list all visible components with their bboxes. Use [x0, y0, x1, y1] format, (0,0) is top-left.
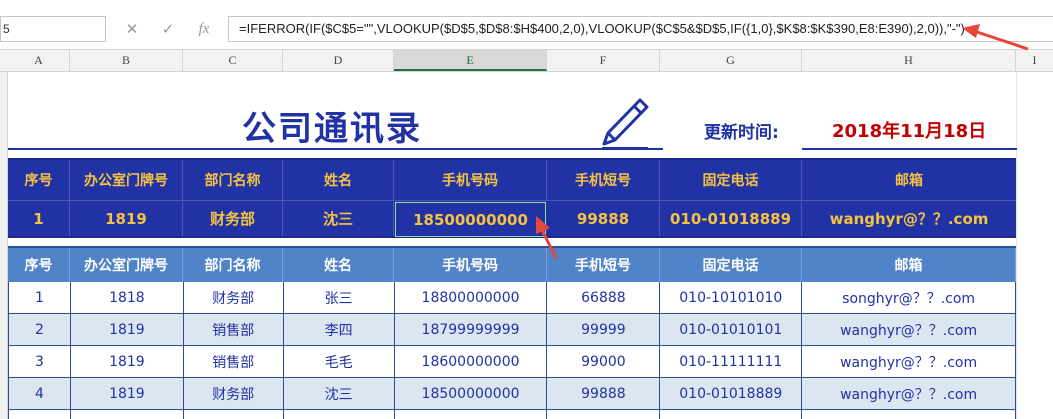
column-header-c[interactable]: C [183, 50, 283, 71]
query-header-cell[interactable]: 固定电话 [660, 160, 802, 200]
table-cell[interactable]: 99999 [547, 314, 661, 345]
table-cell[interactable]: 沈三 [284, 378, 395, 409]
enter-icon[interactable]: ✓ [154, 20, 182, 38]
table-cell[interactable]: 18799999999 [395, 314, 548, 345]
table-cell[interactable] [9, 410, 71, 419]
table-cell[interactable]: 18500000000 [395, 378, 548, 409]
table-row: 2 1819 销售部 李四 18799999999 99999 010-0101… [8, 314, 1016, 346]
table-cell[interactable]: 1 [9, 282, 71, 313]
query-header-cell[interactable]: 姓名 [283, 160, 394, 200]
column-header-b[interactable]: B [70, 50, 183, 71]
table-row [8, 410, 1016, 419]
data-header-cell[interactable]: 手机号码 [394, 248, 547, 282]
data-header-cell[interactable]: 手机短号 [547, 248, 660, 282]
formula-buttons: ✕ ✓ fx [114, 16, 222, 42]
active-cell-e5[interactable]: 18500000000 [395, 202, 546, 237]
query-cell[interactable]: 沈三 [283, 201, 394, 236]
table-cell[interactable] [284, 410, 395, 419]
query-header-cell[interactable]: 部门名称 [183, 160, 283, 200]
query-cell[interactable]: 99888 [547, 201, 660, 236]
column-header-f[interactable]: F [547, 50, 660, 71]
column-header-h[interactable]: H [802, 50, 1016, 71]
table-cell[interactable]: 1818 [71, 282, 184, 313]
formula-bar: 5 ✕ ✓ fx =IFERROR(IF($C$5="",VLOOKUP($D$… [0, 0, 1053, 50]
table-cell[interactable]: 2 [9, 314, 71, 345]
data-header-cell[interactable]: 固定电话 [660, 248, 802, 282]
sheet-title: 公司通讯录 [242, 109, 422, 149]
table-cell[interactable]: wanghyr@？？.com [802, 346, 1016, 377]
column-header-g[interactable]: G [660, 50, 802, 71]
table-cell[interactable]: 3 [9, 346, 71, 377]
column-header-a[interactable]: A [8, 50, 70, 71]
update-time-underline [802, 148, 1017, 150]
query-result-row: 1 1819 财务部 沈三 18500000000 99888 010-0101… [8, 200, 1016, 238]
table-cell[interactable]: songhyr@？？.com [802, 282, 1016, 313]
table-cell[interactable]: 李四 [284, 314, 395, 345]
table-cell[interactable]: 010-01018889 [660, 378, 803, 409]
gridline [1016, 72, 1017, 419]
worksheet: 公司通讯录 更新时间: 2018年11月18日 序号 办公室门牌号 部门名称 姓… [0, 72, 1053, 419]
table-cell[interactable]: 010-11111111 [660, 346, 803, 377]
table-cell[interactable]: 1819 [71, 346, 184, 377]
table-cell[interactable]: 财务部 [184, 378, 284, 409]
query-header-cell[interactable]: 手机短号 [547, 160, 660, 200]
column-header-e[interactable]: E [394, 50, 547, 71]
table-row: 3 1819 销售部 毛毛 18600000000 99000 010-1111… [8, 346, 1016, 378]
table-cell[interactable]: 销售部 [184, 314, 284, 345]
table-cell[interactable]: 18800000000 [395, 282, 548, 313]
query-cell[interactable]: 1 [8, 201, 70, 236]
table-cell[interactable]: 010-01010101 [660, 314, 803, 345]
table-cell[interactable]: wanghyr@？？.com [802, 378, 1016, 409]
query-header-cell[interactable]: 手机号码 [394, 160, 547, 200]
table-cell[interactable]: 66888 [547, 282, 661, 313]
table-cell[interactable]: 销售部 [184, 346, 284, 377]
table-cell[interactable] [802, 410, 1016, 419]
cancel-icon[interactable]: ✕ [118, 20, 146, 38]
table-cell[interactable]: 010-10101010 [660, 282, 803, 313]
table-row: 1 1818 财务部 张三 18800000000 66888 010-1010… [8, 282, 1016, 314]
table-cell[interactable]: 18600000000 [395, 346, 548, 377]
table-cell[interactable] [71, 410, 184, 419]
query-header-row: 序号 办公室门牌号 部门名称 姓名 手机号码 手机短号 固定电话 邮箱 [8, 158, 1016, 200]
table-cell[interactable] [660, 410, 803, 419]
query-header-cell[interactable]: 序号 [8, 160, 70, 200]
table-row: 4 1819 财务部 沈三 18500000000 99888 010-0101… [8, 378, 1016, 410]
query-header-cell[interactable]: 邮箱 [802, 160, 1016, 200]
data-header-cell[interactable]: 办公室门牌号 [70, 248, 183, 282]
data-header-cell[interactable]: 姓名 [283, 248, 394, 282]
table-cell[interactable]: 毛毛 [284, 346, 395, 377]
query-header-cell[interactable]: 办公室门牌号 [70, 160, 183, 200]
data-header-cell[interactable]: 部门名称 [183, 248, 283, 282]
title-underline [8, 148, 663, 150]
query-cell[interactable]: 010-01018889 [660, 201, 802, 236]
column-header-i[interactable]: I [1016, 50, 1053, 71]
pencil-icon [602, 98, 649, 149]
table-cell[interactable]: 财务部 [184, 282, 284, 313]
update-time-label: 更新时间: [704, 123, 779, 143]
query-cell[interactable]: wanghyr@？？.com [802, 201, 1016, 236]
data-header-cell[interactable]: 序号 [8, 248, 70, 282]
table-cell[interactable]: 1819 [71, 378, 184, 409]
query-cell[interactable]: 1819 [70, 201, 183, 236]
update-time-value[interactable]: 2018年11月18日 [832, 117, 986, 143]
data-header-row: 序号 办公室门牌号 部门名称 姓名 手机号码 手机短号 固定电话 邮箱 [8, 246, 1016, 282]
row-header-strip [0, 72, 8, 419]
name-box[interactable]: 5 [0, 16, 106, 42]
table-cell[interactable]: 99000 [547, 346, 661, 377]
data-header-cell[interactable]: 邮箱 [802, 248, 1016, 282]
column-header-bar: A B C D E F G H I [0, 50, 1053, 72]
table-cell[interactable]: 1819 [71, 314, 184, 345]
table-cell[interactable]: wanghyr@？？.com [802, 314, 1016, 345]
table-cell[interactable]: 张三 [284, 282, 395, 313]
formula-input[interactable]: =IFERROR(IF($C$5="",VLOOKUP($D$5,$D$8:$H… [228, 16, 1053, 42]
table-cell[interactable] [547, 410, 661, 419]
table-cell[interactable]: 99888 [547, 378, 661, 409]
table-cell[interactable] [395, 410, 548, 419]
query-cell[interactable]: 财务部 [183, 201, 283, 236]
table-cell[interactable] [184, 410, 284, 419]
insert-function-icon[interactable]: fx [190, 21, 218, 38]
table-cell[interactable]: 4 [9, 378, 71, 409]
column-header-d[interactable]: D [283, 50, 394, 71]
